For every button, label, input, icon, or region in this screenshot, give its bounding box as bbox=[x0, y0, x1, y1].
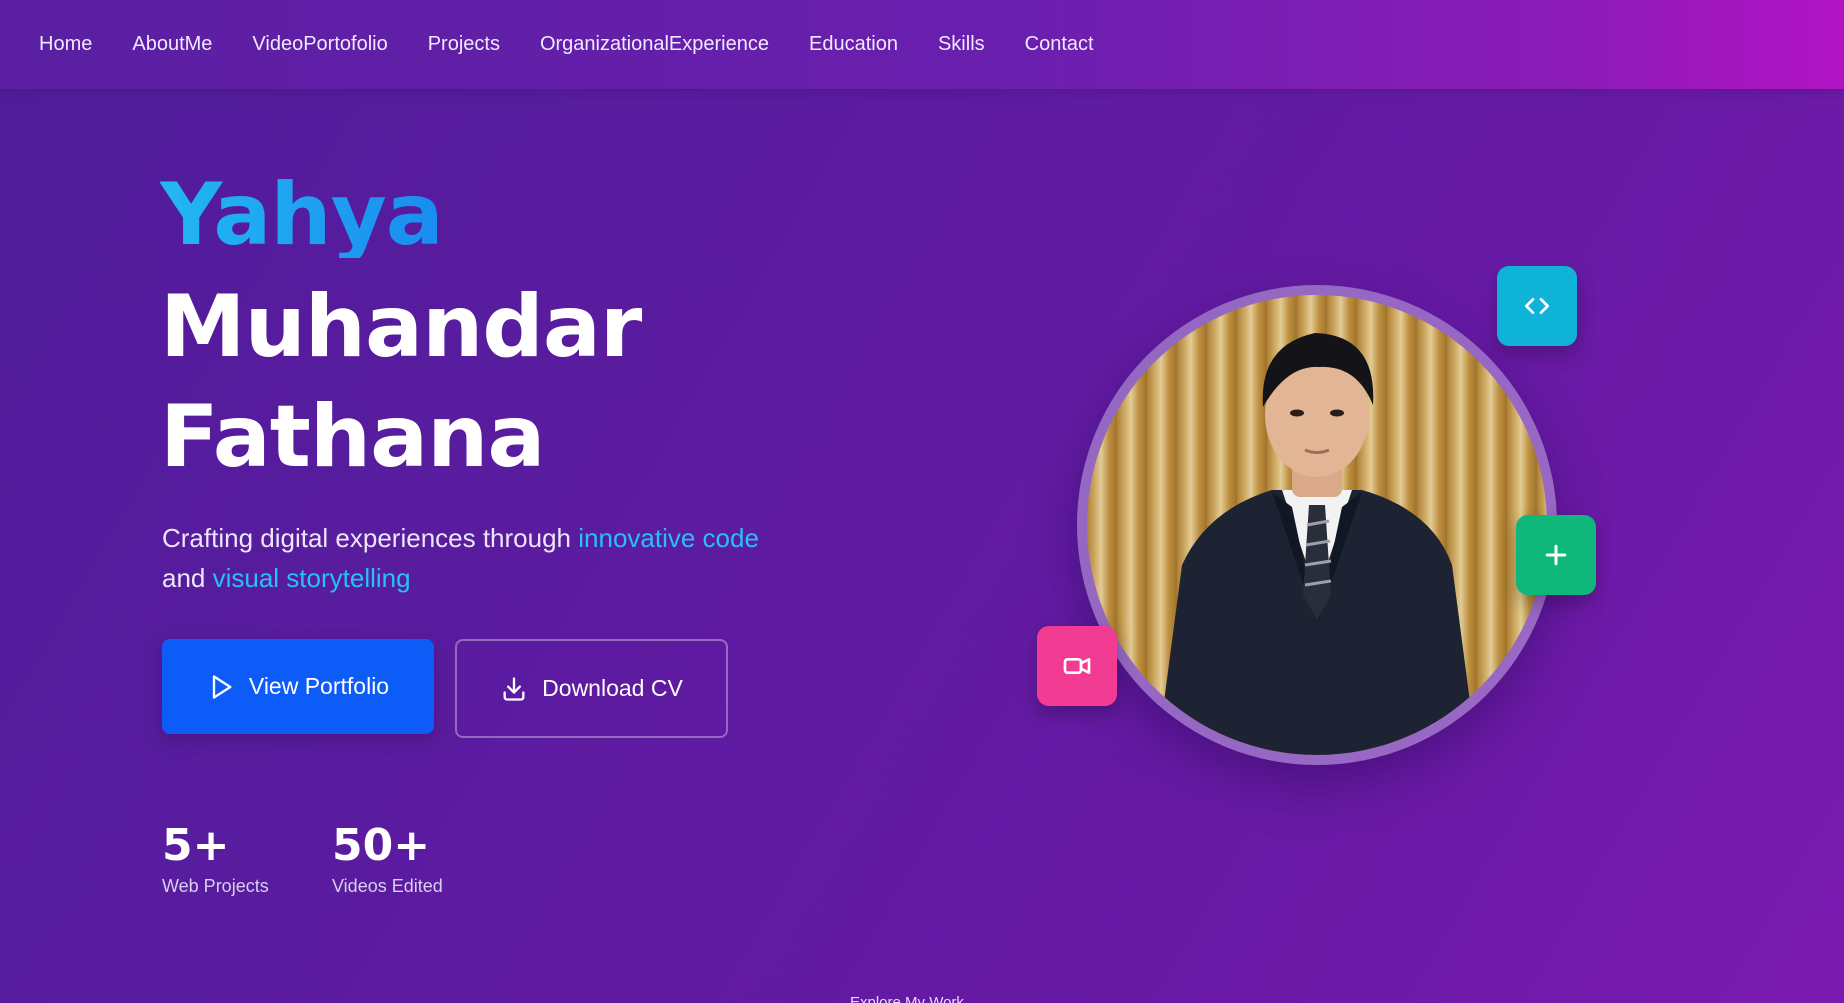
nav-item-contact[interactable]: Contact bbox=[1025, 33, 1094, 56]
stat-value: 50+ bbox=[332, 820, 431, 871]
nav-item-skills[interactable]: Skills bbox=[938, 33, 985, 56]
tagline-text-2: and bbox=[162, 563, 213, 593]
stat-web-projects: 5+ Web Projects bbox=[162, 824, 269, 897]
view-portfolio-button[interactable]: View Portfolio bbox=[162, 639, 434, 734]
nav-item-home[interactable]: Home bbox=[39, 33, 92, 56]
nav-item-projects[interactable]: Projects bbox=[428, 33, 500, 56]
nav-item-education[interactable]: Education bbox=[809, 33, 898, 56]
view-portfolio-label: View Portfolio bbox=[248, 673, 390, 699]
hero-middle-name: Muhandar bbox=[160, 277, 642, 377]
nav-item-about-me[interactable]: AboutMe bbox=[132, 33, 212, 56]
plus-badge bbox=[1516, 515, 1596, 595]
tagline-accent-storytelling: visual storytelling bbox=[212, 563, 411, 593]
hero-tagline: Crafting digital experiences through inn… bbox=[162, 518, 842, 598]
play-icon bbox=[212, 674, 232, 699]
stat-value: 5+ bbox=[162, 820, 230, 871]
hero-last-name: Fathana bbox=[160, 387, 545, 487]
person-portrait-illustration bbox=[1087, 295, 1547, 755]
plus-icon bbox=[1545, 544, 1567, 566]
profile-photo-frame bbox=[1077, 285, 1557, 765]
code-icon bbox=[1525, 298, 1549, 314]
video-badge bbox=[1037, 626, 1117, 706]
nav-item-video-portofolio[interactable]: VideoPortofolio bbox=[252, 33, 387, 56]
tagline-text-1: Crafting digital experiences through bbox=[162, 523, 579, 553]
profile-photo bbox=[1087, 295, 1547, 755]
hero-first-name: Yahya bbox=[160, 165, 444, 265]
top-navigation: Home AboutMe VideoPortofolio Projects Or… bbox=[0, 0, 1844, 89]
stat-label: Videos Edited bbox=[332, 876, 443, 896]
nav-item-organizational-experience[interactable]: OrganizationalExperience bbox=[540, 33, 769, 56]
video-camera-icon bbox=[1063, 658, 1091, 674]
stat-label: Web Projects bbox=[162, 876, 269, 896]
tagline-accent-code: innovative code bbox=[578, 523, 759, 553]
download-cv-button[interactable]: Download CV bbox=[455, 639, 728, 738]
stat-videos-edited: 50+ Videos Edited bbox=[332, 824, 443, 897]
explore-my-work-hint[interactable]: Explore My Work bbox=[850, 994, 964, 1003]
download-cv-label: Download CV bbox=[542, 675, 683, 701]
nav-menu: Home AboutMe VideoPortofolio Projects Or… bbox=[39, 0, 1134, 89]
download-icon bbox=[503, 676, 525, 701]
code-badge bbox=[1497, 266, 1577, 346]
